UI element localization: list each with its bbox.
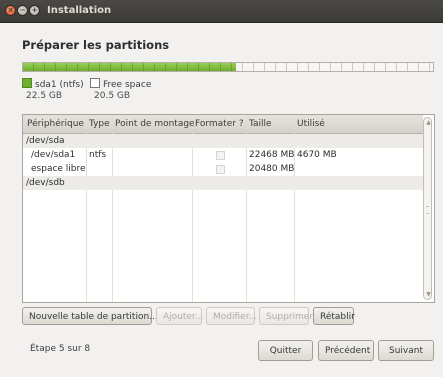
column-header-device[interactable]: Périphérique (27, 119, 84, 129)
minimize-icon[interactable]: − (17, 5, 28, 16)
column-header-mount[interactable]: Point de montage (115, 119, 195, 129)
table-row[interactable]: /dev/sda1 ntfs 22468 MB 4670 MB (23, 148, 423, 162)
legend-item-sda1: sda1 (ntfs) 22.5 GB (22, 78, 84, 101)
legend-label-sda1: sda1 (ntfs) (35, 80, 84, 90)
scrollbar-grip[interactable] (426, 206, 429, 214)
maximize-icon[interactable]: + (29, 5, 40, 16)
cell-used: 4670 MB (297, 150, 337, 160)
add-partition-button[interactable]: Ajouter... (156, 307, 203, 325)
revert-button[interactable]: Rétablir (313, 307, 355, 325)
cell-device: /dev/sda1 (31, 150, 76, 160)
cell-device: /dev/sda (26, 136, 65, 146)
new-partition-table-button[interactable]: Nouvelle table de partition... (22, 307, 158, 325)
page-title: Préparer les partitions (22, 38, 170, 52)
chevron-up-icon[interactable]: ▲ (424, 119, 433, 126)
cell-type: ntfs (89, 150, 107, 160)
table-row[interactable]: /dev/sda (23, 134, 423, 148)
vertical-scrollbar[interactable]: ▲ ▼ (423, 117, 432, 300)
chevron-down-icon[interactable]: ▼ (424, 291, 433, 298)
next-button[interactable]: Suivant (378, 340, 434, 361)
previous-button[interactable]: Précédent (318, 340, 374, 361)
delete-partition-button[interactable]: Supprimer (259, 307, 313, 325)
close-icon[interactable]: × (5, 5, 16, 16)
step-indicator: Étape 5 sur 8 (30, 344, 91, 354)
table-header: Périphérique Type Point de montage Forma… (23, 115, 423, 134)
column-header-type[interactable]: Type (89, 119, 110, 129)
cell-size: 20480 MB (249, 164, 295, 174)
format-checkbox[interactable] (216, 165, 225, 174)
partition-bar (22, 62, 434, 72)
table-row[interactable]: /dev/sdb (23, 176, 423, 190)
legend-size-free-space: 20.5 GB (94, 91, 131, 101)
window-title: Installation (47, 5, 112, 16)
cell-device: espace libre (31, 164, 86, 174)
column-header-used[interactable]: Utilisé (297, 119, 325, 129)
table-row[interactable]: espace libre 20480 MB (23, 162, 423, 176)
column-header-size[interactable]: Taille (249, 119, 272, 129)
cell-device: /dev/sdb (26, 178, 65, 188)
quit-button[interactable]: Quitter (258, 340, 313, 361)
legend-swatch-free-space (90, 78, 100, 88)
modify-partition-button[interactable]: Modifier... (206, 307, 257, 325)
partition-table[interactable]: Périphérique Type Point de montage Forma… (22, 114, 435, 303)
legend-item-free-space: Free space 20.5 GB (90, 78, 151, 101)
legend-label-free-space: Free space (103, 80, 152, 90)
column-header-format[interactable]: Formater ? (195, 119, 244, 129)
partition-bar-used (23, 63, 237, 71)
legend-swatch-sda1 (22, 78, 32, 88)
legend-size-sda1: 22.5 GB (26, 91, 63, 101)
cell-size: 22468 MB (249, 150, 295, 160)
installer-window: × − + Installation Préparer les partitio… (0, 0, 443, 377)
format-checkbox[interactable] (216, 151, 225, 160)
title-bar: × − + Installation (0, 0, 443, 23)
